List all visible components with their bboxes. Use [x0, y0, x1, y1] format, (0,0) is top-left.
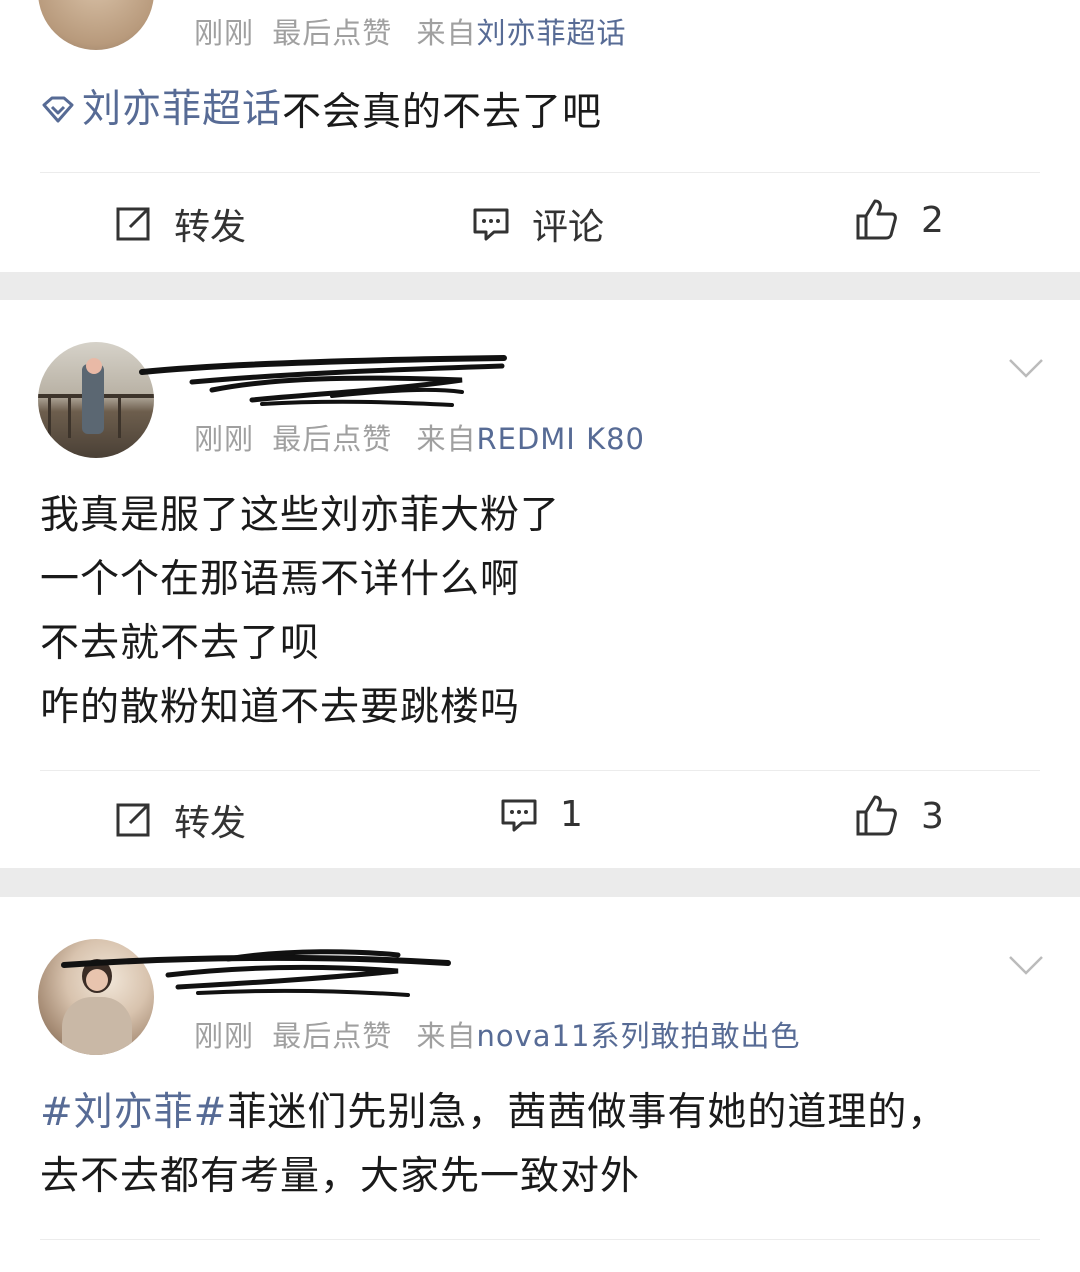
post-source[interactable]: REDMI K80	[476, 422, 645, 456]
post-card-1: 刚刚 最后点赞 来自刘亦菲超话 刘亦菲超话 不会真的不去了吧 转发 评论 2	[0, 0, 1080, 272]
post-source[interactable]: 刘亦菲超话	[476, 16, 626, 50]
repost-label: 转发	[174, 803, 247, 844]
source-prefix: 来自	[416, 1019, 477, 1053]
comment-button[interactable]: 1	[500, 794, 583, 835]
post-text-line: 咋的散粉知道不去要跳楼吗	[40, 685, 521, 730]
post-text-line: 一个个在那语焉不详什么啊	[40, 557, 521, 602]
super-topic-icon	[42, 96, 74, 123]
like-button[interactable]: 2	[855, 198, 944, 242]
post-time: 刚刚	[194, 1019, 255, 1053]
post-card-2: 刚刚 最后点赞 来自REDMI K80 我真是服了这些刘亦菲大粉了 一个个在那语…	[0, 300, 1080, 868]
post-meta: 刚刚 最后点赞 来自REDMI K80	[194, 416, 645, 458]
thumbs-up-icon	[856, 199, 897, 240]
hashtag-link[interactable]: #刘亦菲#	[40, 1090, 227, 1135]
repost-label: 转发	[174, 207, 247, 248]
redacted-username	[61, 949, 451, 997]
comment-icon	[473, 208, 509, 241]
divider	[40, 770, 1040, 771]
super-topic-label: 刘亦菲超话	[82, 87, 283, 132]
avatar[interactable]	[38, 0, 154, 50]
source-prefix: 来自	[416, 422, 477, 456]
repost-icon	[116, 207, 150, 241]
thumbs-up-icon	[856, 795, 897, 836]
post-text-line: 不去就不去了呗	[40, 621, 321, 666]
like-count: 3	[921, 795, 944, 837]
divider	[40, 1239, 1040, 1240]
comment-button[interactable]: 评论	[472, 198, 604, 250]
post-text-line: 去不去都有考量，大家先一致对外	[40, 1154, 641, 1199]
like-button[interactable]: 3	[855, 794, 944, 838]
post-meta: 刚刚 最后点赞 来自刘亦菲超话	[194, 10, 627, 52]
post-card-3: 刚刚 最后点赞 来自nova11系列敢拍敢出色 #刘亦菲#菲迷们先别急，茜茜做事…	[0, 897, 1080, 1272]
repost-icon	[116, 803, 150, 837]
like-count: 2	[921, 199, 944, 241]
last-liked-label: 最后点赞	[272, 16, 393, 50]
comment-count: 1	[560, 794, 583, 835]
last-liked-label: 最后点赞	[272, 1019, 393, 1053]
post-time: 刚刚	[194, 16, 255, 50]
post-text-line: 我真是服了这些刘亦菲大粉了	[40, 493, 561, 538]
divider	[40, 172, 1040, 173]
post-time: 刚刚	[194, 422, 255, 456]
repost-button[interactable]: 转发	[114, 198, 246, 250]
post-body: #刘亦菲#菲迷们先别急，茜茜做事有她的道理的， 去不去都有考量，大家先一致对外	[40, 1081, 1040, 1209]
redacted-username	[139, 355, 507, 407]
post-text: 菲迷们先别急，茜茜做事有她的道理的，	[227, 1090, 948, 1135]
post-body: 刘亦菲超话 不会真的不去了吧	[40, 78, 1040, 145]
repost-button[interactable]: 转发	[114, 794, 246, 846]
source-prefix: 来自	[416, 16, 477, 50]
chevron-down-icon[interactable]	[1008, 955, 1044, 975]
post-meta: 刚刚 最后点赞 来自nova11系列敢拍敢出色	[194, 1013, 800, 1055]
post-body: 我真是服了这些刘亦菲大粉了 一个个在那语焉不详什么啊 不去就不去了呗 咋的散粉知…	[40, 484, 1040, 740]
post-source[interactable]: nova11系列敢拍敢出色	[476, 1019, 800, 1053]
super-topic-link[interactable]: 刘亦菲超话	[40, 78, 282, 142]
last-liked-label: 最后点赞	[272, 422, 393, 456]
chevron-down-icon[interactable]	[1008, 358, 1044, 378]
comment-icon	[501, 799, 537, 831]
post-text: 不会真的不去了吧	[282, 90, 603, 135]
comment-label: 评论	[532, 207, 605, 248]
